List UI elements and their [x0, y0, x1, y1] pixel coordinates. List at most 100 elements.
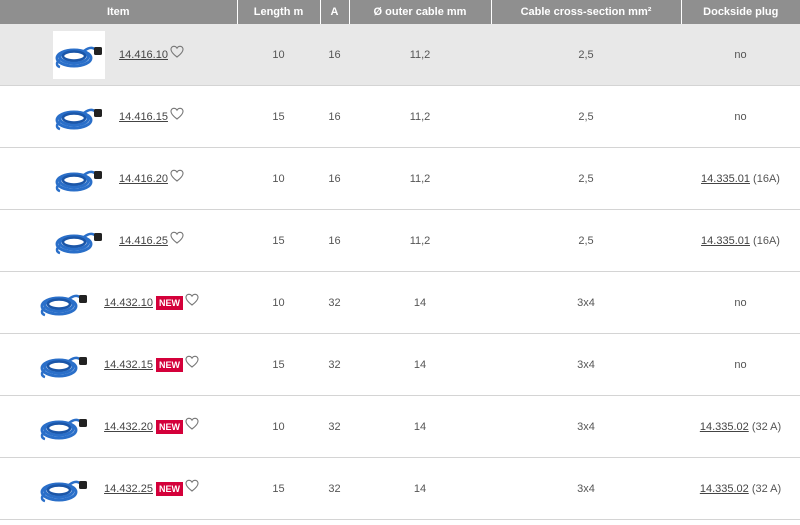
new-badge: NEW — [155, 481, 183, 496]
cable-reel-thumbnail[interactable] — [38, 341, 90, 389]
item-number-link[interactable]: 14.416.15 — [119, 111, 168, 123]
table-header-row: Item Length m A Ø outer cable mm Cable c… — [0, 0, 800, 24]
header-length[interactable]: Length m — [237, 0, 321, 24]
dockside-plug-cell: no — [681, 333, 800, 396]
diameter-cell: 14 — [349, 457, 491, 520]
amp-cell: 32 — [320, 395, 349, 458]
header-diameter[interactable]: Ø outer cable mm — [349, 0, 492, 24]
length-cell: 15 — [237, 333, 320, 396]
cross-section-cell: 2,5 — [491, 147, 681, 210]
table-row: 14.416.20 10 16 11,2 2,5 14.335.01 (16A) — [0, 147, 800, 210]
item-cell: 14.432.25 NEW — [0, 457, 237, 520]
header-section[interactable]: Cable cross-section mm² — [491, 0, 682, 24]
dockside-plug-link[interactable]: 14.335.01 — [701, 173, 750, 185]
item-number-link[interactable]: 14.416.10 — [119, 49, 168, 61]
dockside-plug-value: no — [734, 110, 747, 123]
table-row: 14.432.15 NEW 15 32 14 3x4 no — [0, 333, 800, 396]
length-cell: 10 — [237, 271, 320, 334]
new-badge: NEW — [155, 295, 183, 310]
dockside-plug-cell: no — [681, 24, 800, 86]
cross-section-cell: 3x4 — [491, 395, 681, 458]
dockside-plug-note: (32 A) — [748, 482, 782, 495]
item-cell: 14.416.10 — [0, 24, 237, 86]
item-number-link[interactable]: 14.432.15 — [104, 359, 153, 371]
cross-section-cell: 2,5 — [491, 85, 681, 148]
item-cell: 14.416.25 — [0, 209, 237, 272]
table-row: 14.432.10 NEW 10 32 14 3x4 no — [0, 271, 800, 334]
header-item[interactable]: Item — [0, 0, 238, 24]
header-amp[interactable]: A — [320, 0, 350, 24]
heart-icon[interactable] — [185, 479, 199, 492]
dockside-plug-note: (16A) — [749, 172, 780, 185]
heart-icon[interactable] — [170, 45, 184, 58]
heart-icon[interactable] — [185, 293, 199, 306]
product-table: Item Length m A Ø outer cable mm Cable c… — [0, 0, 800, 520]
cable-reel-thumbnail[interactable] — [53, 217, 105, 265]
dockside-plug-value: no — [734, 358, 747, 371]
item-number-link[interactable]: 14.432.25 — [104, 483, 153, 495]
cable-reel-thumbnail[interactable] — [38, 403, 90, 451]
dockside-plug-cell: no — [681, 85, 800, 148]
dockside-plug-cell: 14.335.01 (16A) — [681, 209, 800, 272]
item-cell: 14.432.10 NEW — [0, 271, 237, 334]
item-number-link[interactable]: 14.432.10 — [104, 297, 153, 309]
heart-icon[interactable] — [170, 107, 184, 120]
table-row: 14.432.20 NEW 10 32 14 3x4 14.335.02 (32… — [0, 395, 800, 458]
dockside-plug-cell: 14.335.02 (32 A) — [681, 395, 800, 458]
cable-reel-thumbnail[interactable] — [53, 155, 105, 203]
cross-section-cell: 2,5 — [491, 24, 681, 86]
table-row: 14.416.25 15 16 11,2 2,5 14.335.01 (16A) — [0, 209, 800, 272]
length-cell: 10 — [237, 147, 320, 210]
item-number-link[interactable]: 14.416.20 — [119, 173, 168, 185]
new-badge: NEW — [155, 357, 183, 372]
diameter-cell: 11,2 — [349, 209, 491, 272]
new-badge: NEW — [155, 419, 183, 434]
dockside-plug-note: (16A) — [749, 234, 780, 247]
table-row: 14.416.15 15 16 11,2 2,5 no — [0, 85, 800, 148]
diameter-cell: 14 — [349, 333, 491, 396]
cable-reel-thumbnail[interactable] — [38, 465, 90, 513]
cable-reel-thumbnail[interactable] — [53, 93, 105, 141]
diameter-cell: 11,2 — [349, 85, 491, 148]
amp-cell: 16 — [320, 209, 349, 272]
item-cell: 14.432.15 NEW — [0, 333, 237, 396]
dockside-plug-link[interactable]: 14.335.02 — [700, 421, 749, 433]
heart-icon[interactable] — [170, 231, 184, 244]
length-cell: 10 — [237, 395, 320, 458]
dockside-plug-link[interactable]: 14.335.01 — [701, 235, 750, 247]
length-cell: 10 — [237, 24, 320, 86]
length-cell: 15 — [237, 85, 320, 148]
dockside-plug-link[interactable]: 14.335.02 — [700, 483, 749, 495]
amp-cell: 32 — [320, 457, 349, 520]
cross-section-cell: 3x4 — [491, 271, 681, 334]
dockside-plug-cell: 14.335.02 (32 A) — [681, 457, 800, 520]
diameter-cell: 11,2 — [349, 147, 491, 210]
item-cell: 14.416.15 — [0, 85, 237, 148]
dockside-plug-cell: no — [681, 271, 800, 334]
item-number-link[interactable]: 14.416.25 — [119, 235, 168, 247]
amp-cell: 16 — [320, 24, 349, 86]
dockside-plug-value: no — [734, 296, 747, 309]
heart-icon[interactable] — [185, 355, 199, 368]
amp-cell: 16 — [320, 85, 349, 148]
amp-cell: 32 — [320, 333, 349, 396]
heart-icon[interactable] — [170, 169, 184, 182]
diameter-cell: 14 — [349, 271, 491, 334]
amp-cell: 32 — [320, 271, 349, 334]
item-number-link[interactable]: 14.432.20 — [104, 421, 153, 433]
diameter-cell: 14 — [349, 395, 491, 458]
table-row: 14.432.25 NEW 15 32 14 3x4 14.335.02 (32… — [0, 457, 800, 520]
dockside-plug-cell: 14.335.01 (16A) — [681, 147, 800, 210]
header-plug[interactable]: Dockside plug — [681, 0, 800, 24]
length-cell: 15 — [237, 457, 320, 520]
cable-reel-thumbnail[interactable] — [38, 279, 90, 327]
cross-section-cell: 3x4 — [491, 333, 681, 396]
table-row: 14.416.10 10 16 11,2 2,5 no — [0, 24, 800, 86]
item-cell: 14.432.20 NEW — [0, 395, 237, 458]
length-cell: 15 — [237, 209, 320, 272]
cross-section-cell: 3x4 — [491, 457, 681, 520]
cable-reel-thumbnail[interactable] — [53, 30, 106, 79]
dockside-plug-note: (32 A) — [748, 420, 782, 433]
item-cell: 14.416.20 — [0, 147, 237, 210]
heart-icon[interactable] — [185, 417, 199, 430]
